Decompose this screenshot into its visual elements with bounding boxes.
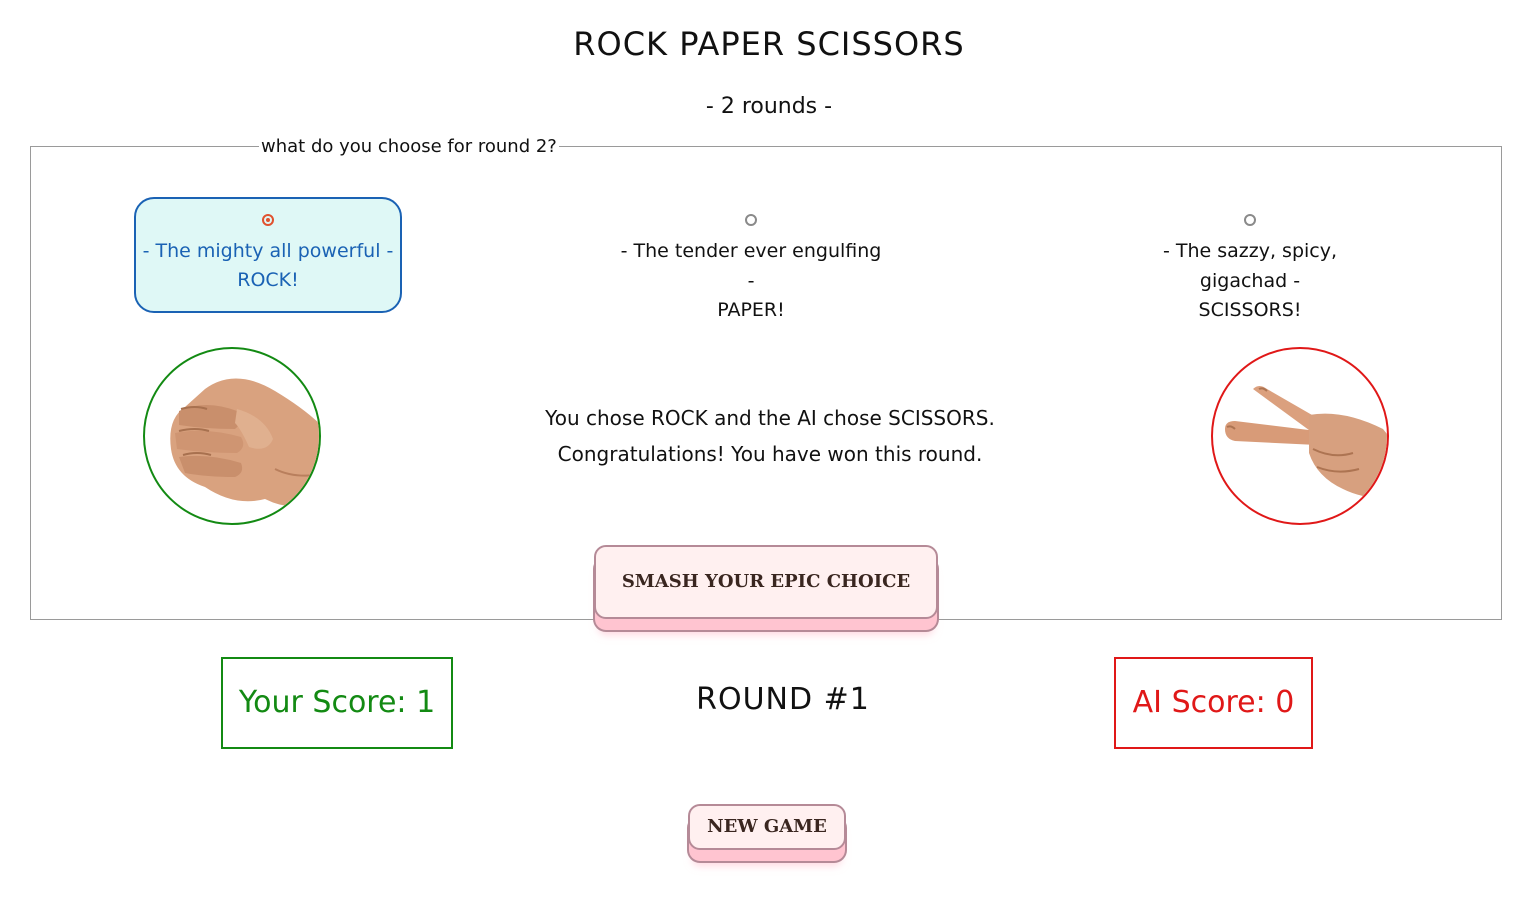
rock-description: - The mighty all powerful - [142,240,394,262]
choice-legend: what do you choose for round 2? [261,136,557,157]
option-rock[interactable]: - The mighty all powerful - ROCK! [134,197,402,313]
paper-radio[interactable] [745,214,757,226]
rock-label: ROCK! [237,269,299,291]
rock-hand-icon [170,378,319,507]
player-hand-rock-image [143,347,321,525]
round-result: You chose ROCK and the AI chose SCISSORS… [430,400,1110,472]
rounds-subtitle: - 2 rounds - [705,94,833,119]
result-outcome-text: Congratulations! You have won this round… [557,442,983,466]
scissors-description: - The sazzy, spicy, gigachad - [1162,240,1338,292]
rock-radio[interactable] [262,214,274,226]
result-choices-text: You chose ROCK and the AI chose SCISSORS… [545,406,995,430]
option-scissors[interactable]: - The sazzy, spicy, gigachad - SCISSORS! [1116,197,1384,321]
option-paper[interactable]: - The tender ever engulfing - PAPER! [617,197,885,321]
scissors-radio[interactable] [1244,214,1256,226]
submit-choice-button[interactable]: SMASH YOUR EPIC CHOICE [594,545,938,619]
new-game-button[interactable]: NEW GAME [688,804,846,850]
ai-hand-scissors-image [1211,347,1389,525]
ai-score: AI Score: 0 [1114,657,1313,749]
round-number: ROUND #1 [696,682,870,717]
page-title: ROCK PAPER SCISSORS [573,25,965,64]
scissors-label: SCISSORS! [1198,299,1302,321]
scissors-hand-icon [1225,386,1387,499]
paper-label: PAPER! [717,299,785,321]
paper-description: - The tender ever engulfing - [620,240,882,292]
game-page: ROCK PAPER SCISSORS - 2 rounds - what do… [0,0,1538,899]
player-score: Your Score: 1 [221,657,453,749]
